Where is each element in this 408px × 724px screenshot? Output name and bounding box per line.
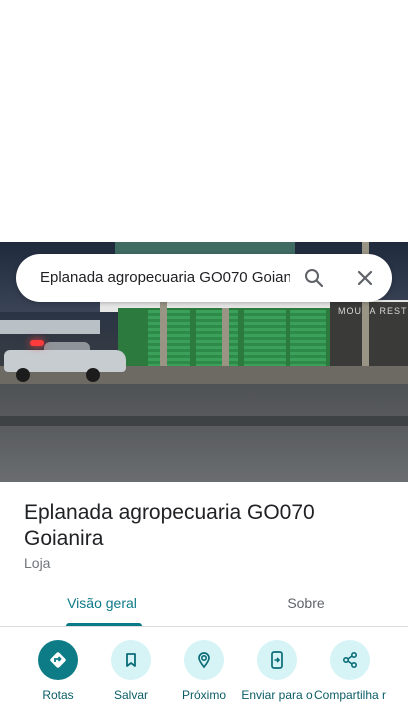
nearby-button[interactable]: Próximo xyxy=(167,640,241,702)
bookmark-icon xyxy=(111,640,151,680)
search-bar[interactable]: Eplanada agropecuaria GO070 Goianira xyxy=(16,254,392,302)
truck-wheel xyxy=(16,368,30,382)
search-input[interactable]: Eplanada agropecuaria GO070 Goianira xyxy=(40,268,290,288)
active-tab-indicator xyxy=(66,623,142,626)
close-icon[interactable] xyxy=(353,266,377,290)
nearby-icon xyxy=(184,640,224,680)
shutter xyxy=(244,310,286,366)
shutter xyxy=(196,310,238,366)
road xyxy=(0,384,408,482)
median xyxy=(0,416,408,426)
action-label: Próximo xyxy=(181,688,226,702)
directions-icon xyxy=(38,640,78,680)
top-sign xyxy=(115,242,295,254)
red-light xyxy=(30,340,44,346)
place-category: Loja xyxy=(24,555,51,571)
pickup-truck xyxy=(4,342,126,382)
left-roof xyxy=(0,320,100,334)
shutter xyxy=(148,310,190,366)
share-button[interactable]: Compartilha r xyxy=(313,640,387,702)
tab-bar: Visão geral Sobre xyxy=(0,582,408,627)
share-icon xyxy=(330,640,370,680)
storefront-sign: MOURA REST xyxy=(338,306,408,316)
place-title: Eplanada agropecuaria GO070 Goianira xyxy=(24,501,315,550)
neighbor-store: MOURA REST xyxy=(330,302,408,372)
send-to-phone-button[interactable]: Enviar para o xyxy=(240,640,314,702)
tab-label: Sobre xyxy=(287,595,325,611)
directions-button[interactable]: Rotas xyxy=(21,640,95,702)
truck-wheel xyxy=(86,368,100,382)
action-label: Salvar xyxy=(113,688,148,702)
shutter xyxy=(290,310,326,366)
tab-label: Visão geral xyxy=(67,595,137,611)
action-bar: Rotas Salvar Próximo Enviar para o Compa… xyxy=(0,640,408,724)
action-label: Enviar para o xyxy=(241,688,313,702)
search-icon[interactable] xyxy=(302,266,326,290)
tab-about[interactable]: Sobre xyxy=(204,582,408,626)
action-label: Compartilha r xyxy=(313,688,387,702)
save-button[interactable]: Salvar xyxy=(94,640,168,702)
pole xyxy=(222,308,229,372)
tab-overview[interactable]: Visão geral xyxy=(0,582,204,626)
action-label: Rotas xyxy=(42,688,74,702)
send-to-phone-icon xyxy=(257,640,297,680)
